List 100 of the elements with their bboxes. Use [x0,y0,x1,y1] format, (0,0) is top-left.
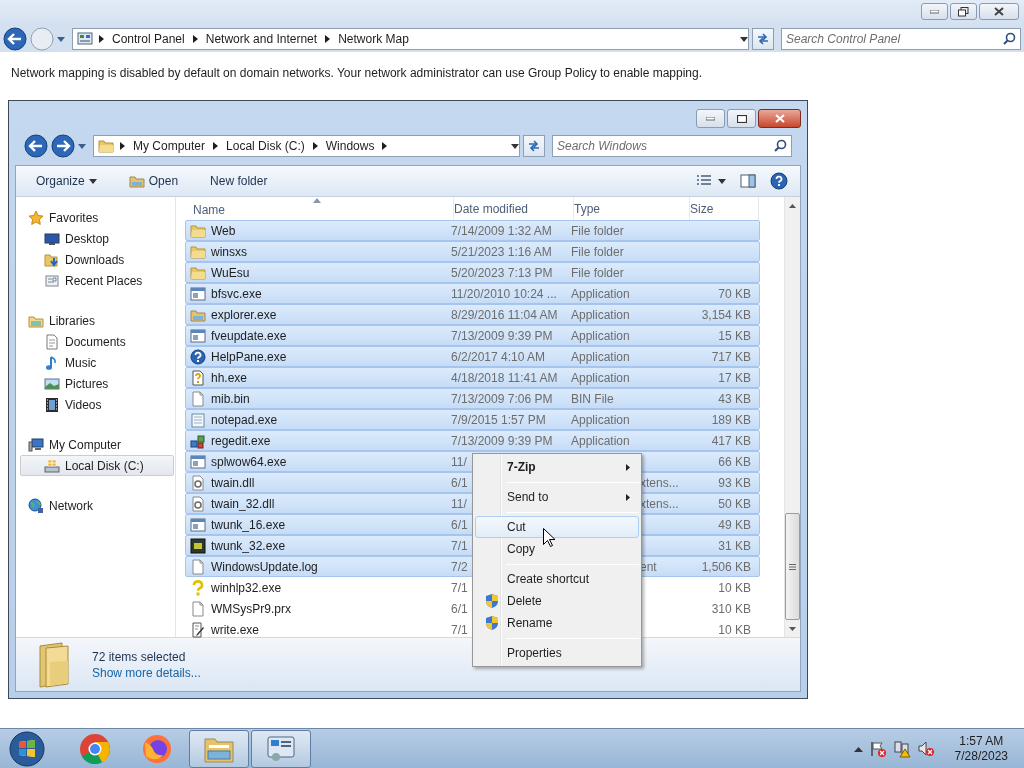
column-header[interactable]: Name [193,200,321,217]
back-button[interactable] [24,134,48,158]
details-link[interactable]: Show more details... [92,665,201,680]
sort-arrow-icon [313,197,321,203]
sidebar-item[interactable]: Desktop [20,228,174,249]
file-name[interactable]: Web [211,223,236,238]
file-name[interactable]: splwow64.exe [211,454,287,469]
grip-icon [788,563,796,570]
flag-error-icon[interactable] [868,739,887,758]
column-header[interactable]: Size [690,201,714,216]
sidebar-item[interactable]: Pictures [20,373,174,394]
breadcrumb[interactable]: My Computer [131,139,208,153]
file-name[interactable]: hh.exe [211,370,248,385]
window-icon [190,327,206,344]
file-size: 10 KB [718,622,751,637]
speaker-muted-icon[interactable] [916,739,935,758]
breadcrumb[interactable]: Windows [323,139,377,153]
file-name[interactable]: HelpPane.exe [211,349,287,364]
file-name[interactable]: explorer.exe [211,307,277,322]
breadcrumb[interactable]: Network Map [336,32,411,46]
file-type: Application [571,307,630,322]
file-name[interactable]: mib.bin [211,391,250,406]
breadcrumb[interactable]: Local Disk (C:) [224,139,307,153]
file-name[interactable]: twunk_32.exe [211,538,286,553]
window-icon [190,453,206,470]
caret-icon [88,178,97,184]
menu-item[interactable]: 7-Zip [475,456,639,478]
control-panel-app[interactable] [251,729,311,768]
file-name[interactable]: WuEsu [211,265,250,280]
breadcrumb[interactable]: Network and Internet [203,32,320,46]
menu-item[interactable]: Cut [475,516,639,538]
search-field[interactable]: Search Windows [552,135,792,157]
menu-item[interactable]: Rename [475,612,639,634]
file-name[interactable]: regedit.exe [211,433,271,448]
restore-button[interactable] [950,3,977,20]
file-name[interactable]: WMSysPr9.prx [211,601,291,616]
file-name[interactable]: twunk_16.exe [211,517,286,532]
refresh-button[interactable] [523,135,545,157]
refresh-button[interactable] [752,28,774,50]
sidebar-item[interactable]: Downloads [20,249,174,270]
folder-icon [190,222,206,239]
toolbar-button[interactable]: Organize [30,171,103,191]
column-header[interactable]: Date modified [454,201,529,216]
scroll-thumb[interactable] [784,513,800,620]
close-button[interactable] [979,3,1019,20]
file-name[interactable]: bfsvc.exe [211,286,262,301]
file-name[interactable]: WindowsUpdate.log [211,559,318,574]
file-name[interactable]: notepad.exe [211,412,278,427]
download-folder-icon [44,251,60,268]
history-dropdown[interactable] [78,143,86,149]
file-name[interactable]: winsxs [211,244,247,259]
sidebar-item[interactable]: Libraries [20,310,174,331]
column-header[interactable]: Type [574,201,600,216]
search-field[interactable]: Search Control Panel [781,28,1021,50]
sidebar-item[interactable]: Recent Places [20,270,174,291]
menu-item[interactable]: Delete [475,590,639,612]
breadcrumb-arrow-icon [120,142,125,150]
network-warning-icon[interactable] [892,739,911,758]
sidebar-item[interactable]: Videos [20,394,174,415]
file-name[interactable]: twain.dll [211,475,255,490]
show-hidden-icons-icon[interactable] [853,745,863,752]
file-size: 3,154 KB [701,307,751,322]
file-type: File folder [571,223,624,238]
close-button[interactable] [758,109,801,128]
clock[interactable]: 1:57 AM 7/28/2023 [954,733,1008,764]
notepad-icon [190,411,206,428]
menu-item[interactable]: Send to [475,486,639,508]
submenu-arrow-icon [626,493,630,501]
sidebar-item[interactable]: My Computer [20,434,174,455]
back-button[interactable] [3,27,27,51]
shield-icon [483,615,500,631]
maximize-button[interactable] [727,109,756,128]
scrollbar[interactable] [784,197,800,637]
file-name[interactable]: twain_32.dll [211,496,275,511]
sidebar-item[interactable]: Local Disk (C:) [20,455,174,476]
history-dropdown[interactable] [57,36,65,42]
window-icon [190,516,206,533]
menu-item[interactable]: Copy [475,538,639,560]
breadcrumb[interactable]: Control Panel [110,32,187,46]
menu-item[interactable]: Create shortcut [475,568,639,590]
file-name[interactable]: write.exe [211,622,260,637]
file-size: 93 KB [718,475,751,490]
folder-icon [190,264,206,281]
sidebar-item[interactable]: Favorites [20,207,174,228]
file-date: 4/18/2018 11:41 AM [451,370,558,385]
toolbar-button[interactable]: New folder [204,171,274,191]
address-bar[interactable]: Control Panel Network and Internet Network Map [72,28,749,50]
menu-item[interactable]: Properties [475,642,639,664]
file-size: 310 KB [711,601,751,616]
file-date: 6/2/2017 4:10 AM [451,349,546,364]
sidebar-item[interactable]: Documents [20,331,174,352]
sidebar-item[interactable]: Music [20,352,174,373]
file-explorer-app[interactable] [189,729,249,768]
address-bar[interactable]: My Computer Local Disk (C:) Windows [93,135,520,157]
file-name[interactable]: winhlp32.exe [211,580,282,595]
toolbar-button[interactable]: Open [122,170,185,192]
sidebar-item[interactable]: Network [20,495,174,516]
file-size: 43 KB [718,391,751,406]
file-name[interactable]: fveupdate.exe [211,328,287,343]
forward-button[interactable] [51,134,75,158]
